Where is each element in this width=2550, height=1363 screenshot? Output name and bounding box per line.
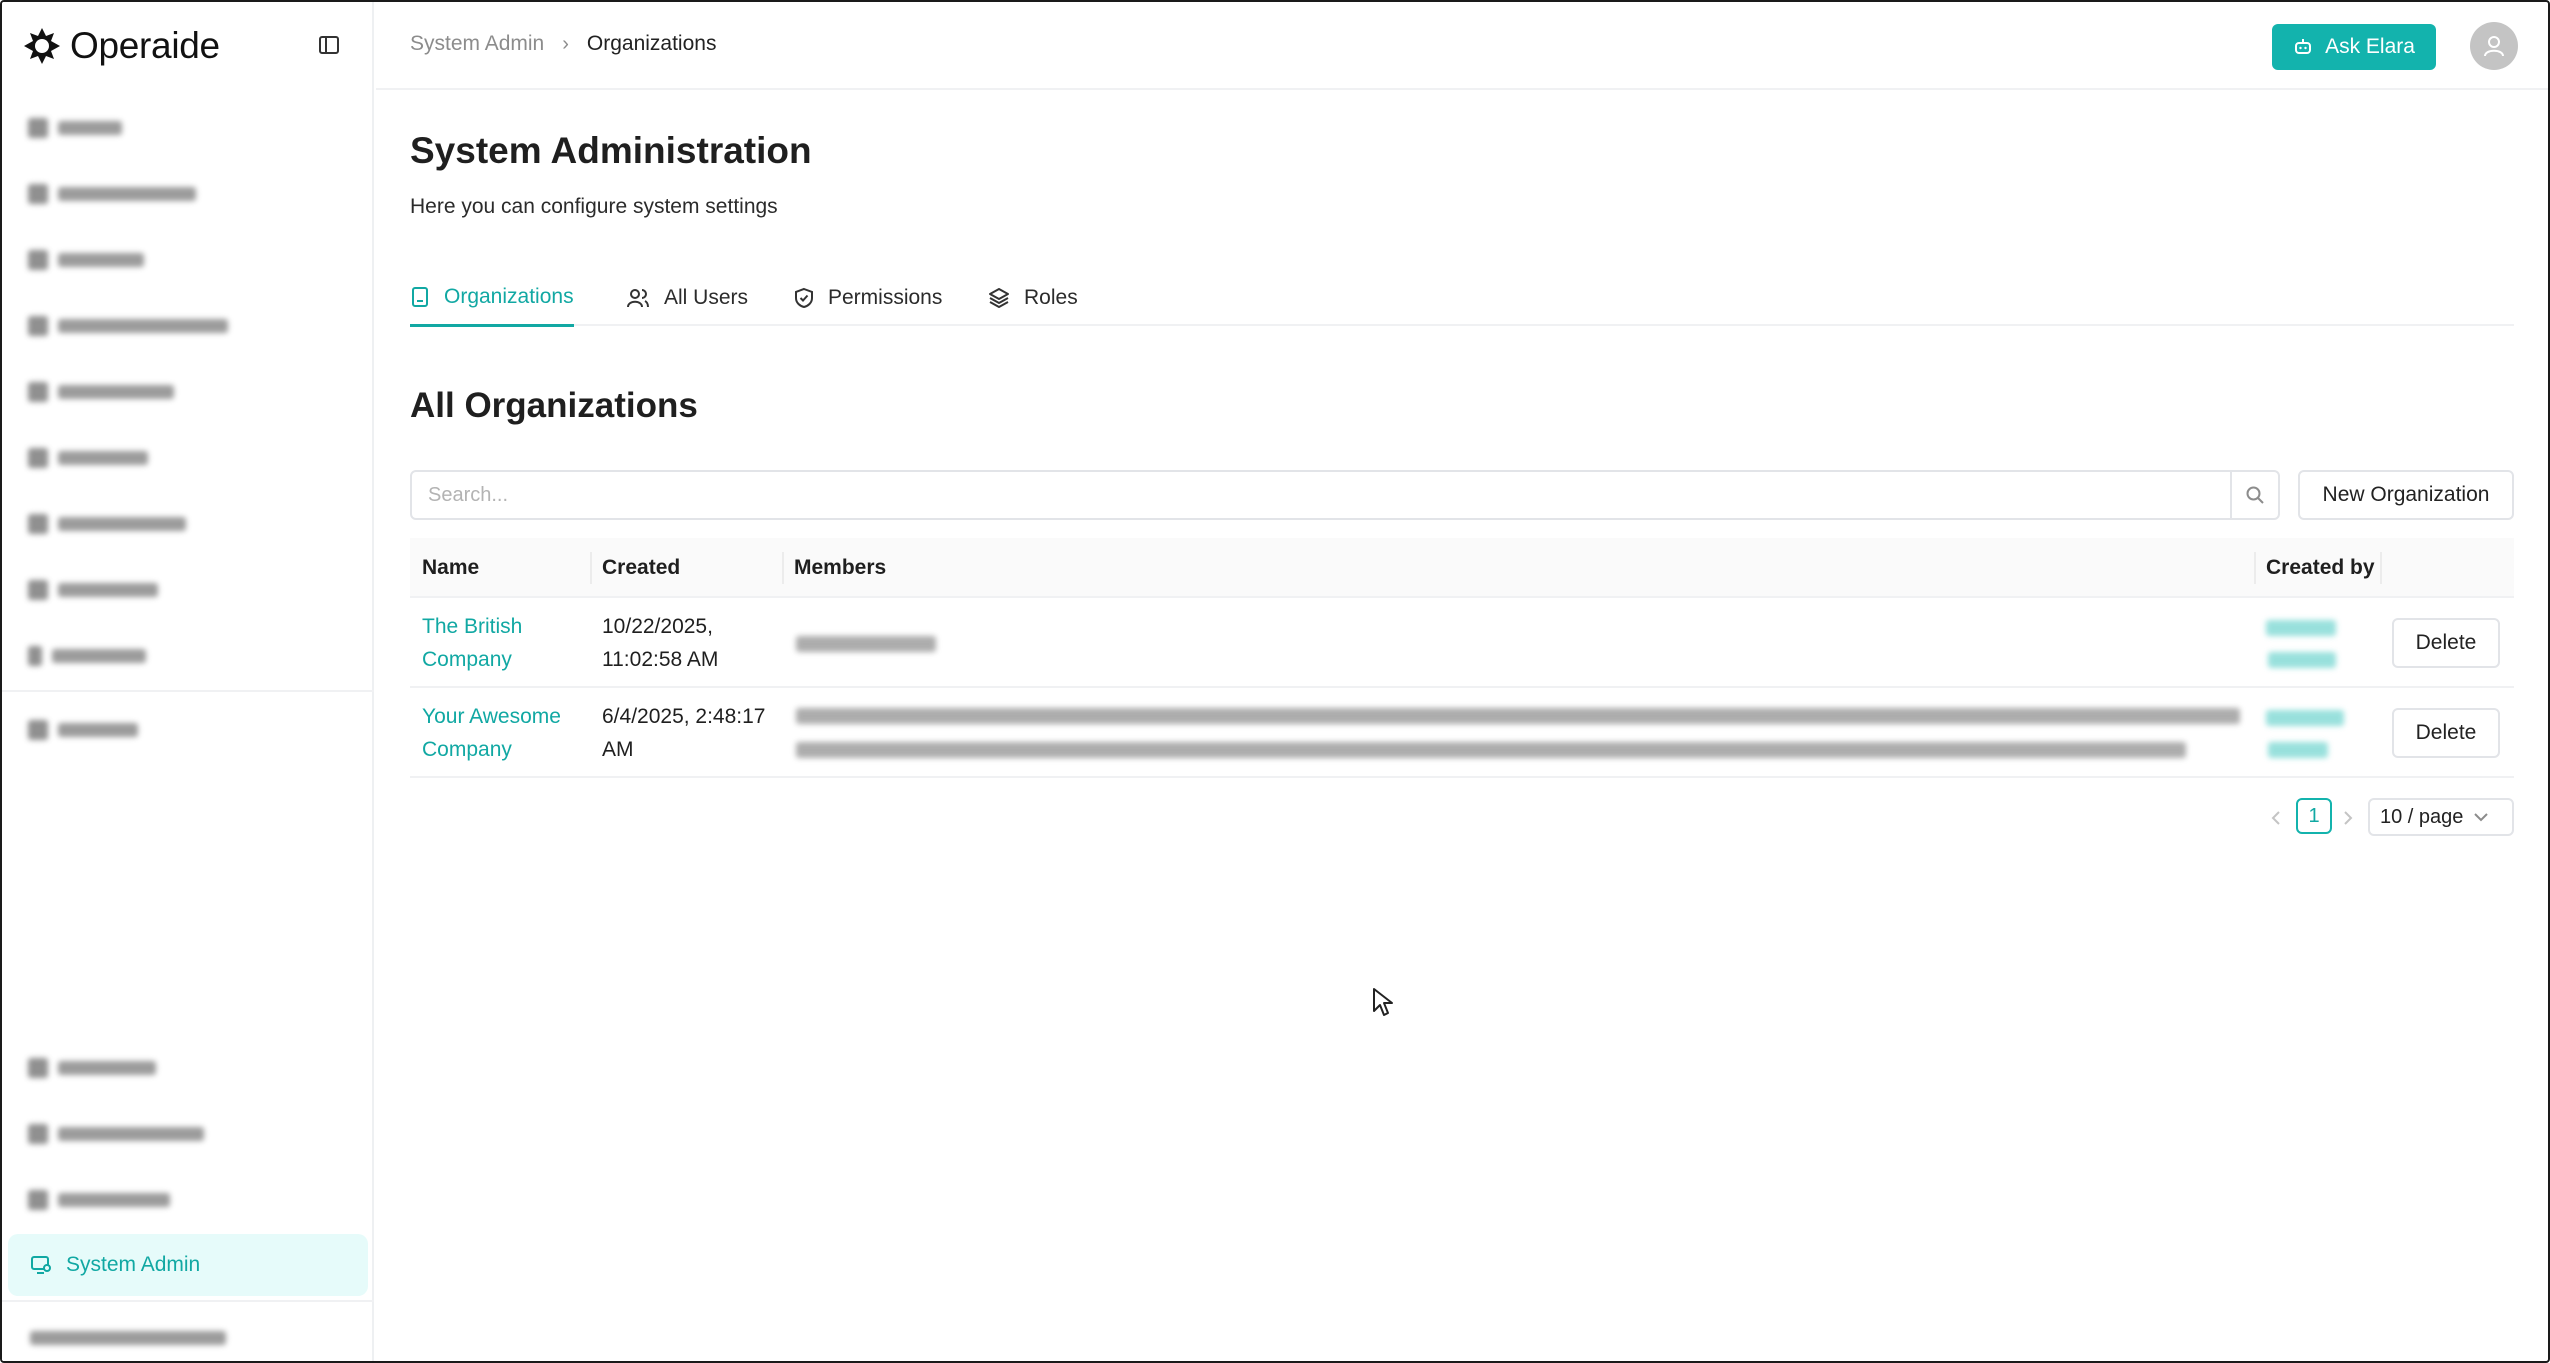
members-redacted <box>796 742 2186 758</box>
operaide-logo-icon <box>24 28 60 64</box>
sidebar-toggle-icon <box>319 36 339 54</box>
search-icon <box>2246 486 2264 504</box>
table-header: Name Created Members Created by <box>410 538 2514 598</box>
column-divider <box>590 552 592 584</box>
sidebar-item-redacted[interactable] <box>28 114 122 142</box>
tab-roles[interactable]: Roles <box>988 270 1078 326</box>
search-input[interactable] <box>412 472 2230 518</box>
app-window: Operaide System Admin System Admin › Org… <box>0 0 2550 1363</box>
logo[interactable]: Operaide <box>20 20 220 72</box>
org-name-link[interactable]: Your Awesome Company <box>422 700 592 766</box>
sidebar-item-redacted[interactable] <box>28 1120 204 1148</box>
created-date: 10/22/2025, 11:02:58 AM <box>602 615 719 671</box>
sidebar-item-redacted[interactable] <box>28 246 144 274</box>
delete-button[interactable]: Delete <box>2392 618 2500 668</box>
column-divider <box>2254 552 2256 584</box>
sidebar-item-redacted[interactable] <box>28 312 228 340</box>
column-header-members: Members <box>794 556 887 579</box>
column-header-name: Name <box>422 556 480 579</box>
page-number-current[interactable]: 1 <box>2296 798 2332 834</box>
created-by-redacted[interactable] <box>2266 620 2336 636</box>
monitor-settings-icon <box>31 1256 51 1274</box>
tab-organizations[interactable]: Organizations <box>410 270 574 327</box>
chevron-left-icon[interactable] <box>2264 804 2288 832</box>
topbar: System Admin › Organizations Ask Elara <box>376 2 2548 90</box>
mouse-cursor-icon <box>1372 987 1394 1024</box>
table-row: Your Awesome Company 6/4/2025, 2:48:17 A… <box>410 688 2514 778</box>
sidebar-user-redacted[interactable] <box>30 1324 226 1352</box>
page-subtitle: Here you can configure system settings <box>410 195 778 218</box>
users-icon <box>627 289 649 308</box>
section-title: All Organizations <box>410 386 698 425</box>
new-organization-button[interactable]: New Organization <box>2298 470 2514 520</box>
tab-permissions[interactable]: Permissions <box>794 270 942 326</box>
tab-label: Organizations <box>444 285 574 308</box>
sidebar: Operaide System Admin <box>2 2 374 1361</box>
sidebar-item-redacted[interactable] <box>28 1186 170 1214</box>
column-header-created-by: Created by <box>2266 556 2375 579</box>
tab-all-users[interactable]: All Users <box>626 270 748 326</box>
created-date: 6/4/2025, 2:48:17 AM <box>602 705 766 761</box>
tab-label: All Users <box>664 286 749 309</box>
breadcrumb: System Admin › Organizations <box>410 32 716 56</box>
column-divider <box>2380 552 2382 584</box>
sidebar-divider <box>2 690 374 692</box>
column-divider <box>782 552 784 584</box>
ask-elara-label: Ask Elara <box>2325 35 2415 58</box>
chevron-right-icon[interactable] <box>2336 804 2360 832</box>
logo-text: Operaide <box>70 25 220 66</box>
delete-button[interactable]: Delete <box>2392 708 2500 758</box>
layers-icon <box>989 288 1009 308</box>
sidebar-item-redacted[interactable] <box>28 1054 156 1082</box>
members-redacted <box>796 636 936 652</box>
user-icon <box>2484 36 2504 57</box>
breadcrumb-item-organizations: Organizations <box>586 32 717 55</box>
avatar[interactable] <box>2470 22 2518 70</box>
search-box <box>410 470 2280 520</box>
building-icon <box>412 287 428 307</box>
sidebar-item-system-admin[interactable]: System Admin <box>8 1234 368 1296</box>
sidebar-collapse-button[interactable] <box>316 32 342 58</box>
sidebar-item-redacted[interactable] <box>28 378 174 406</box>
pagination: 1 10 / page <box>410 798 2514 838</box>
members-redacted <box>796 708 2240 724</box>
search-button[interactable] <box>2230 472 2278 518</box>
column-header-created: Created <box>602 556 681 579</box>
sidebar-divider <box>2 1300 374 1302</box>
bot-icon <box>2295 39 2312 54</box>
chevron-down-icon <box>2474 813 2489 822</box>
shield-icon <box>795 287 813 309</box>
page-size-select[interactable]: 10 / page <box>2368 798 2514 836</box>
sidebar-item-label: System Admin <box>66 1253 201 1276</box>
created-by-redacted[interactable] <box>2268 742 2328 758</box>
sidebar-item-redacted[interactable] <box>28 576 158 604</box>
tab-bar: Organizations All Users Permissions Role… <box>410 270 2514 327</box>
org-name-link[interactable]: The British Company <box>422 610 592 676</box>
created-by-redacted[interactable] <box>2266 710 2344 726</box>
sidebar-item-redacted[interactable] <box>28 180 196 208</box>
table-row: The British Company 10/22/2025, 11:02:58… <box>410 598 2514 688</box>
organizations-table: Name Created Members Created by The Brit… <box>410 538 2514 778</box>
ask-elara-button[interactable]: Ask Elara <box>2272 24 2436 70</box>
page-title: System Administration <box>410 130 812 171</box>
sidebar-item-redacted[interactable] <box>28 510 186 538</box>
created-by-redacted[interactable] <box>2268 652 2336 668</box>
breadcrumb-item-system-admin[interactable]: System Admin <box>410 32 544 56</box>
tab-label: Permissions <box>828 286 943 309</box>
chevron-right-icon: › <box>562 32 569 55</box>
tab-label: Roles <box>1024 286 1078 309</box>
sidebar-item-redacted[interactable] <box>28 716 138 744</box>
page-size-value: 10 / page <box>2380 805 2464 828</box>
sidebar-item-redacted[interactable] <box>28 642 146 670</box>
sidebar-item-redacted[interactable] <box>28 444 148 472</box>
